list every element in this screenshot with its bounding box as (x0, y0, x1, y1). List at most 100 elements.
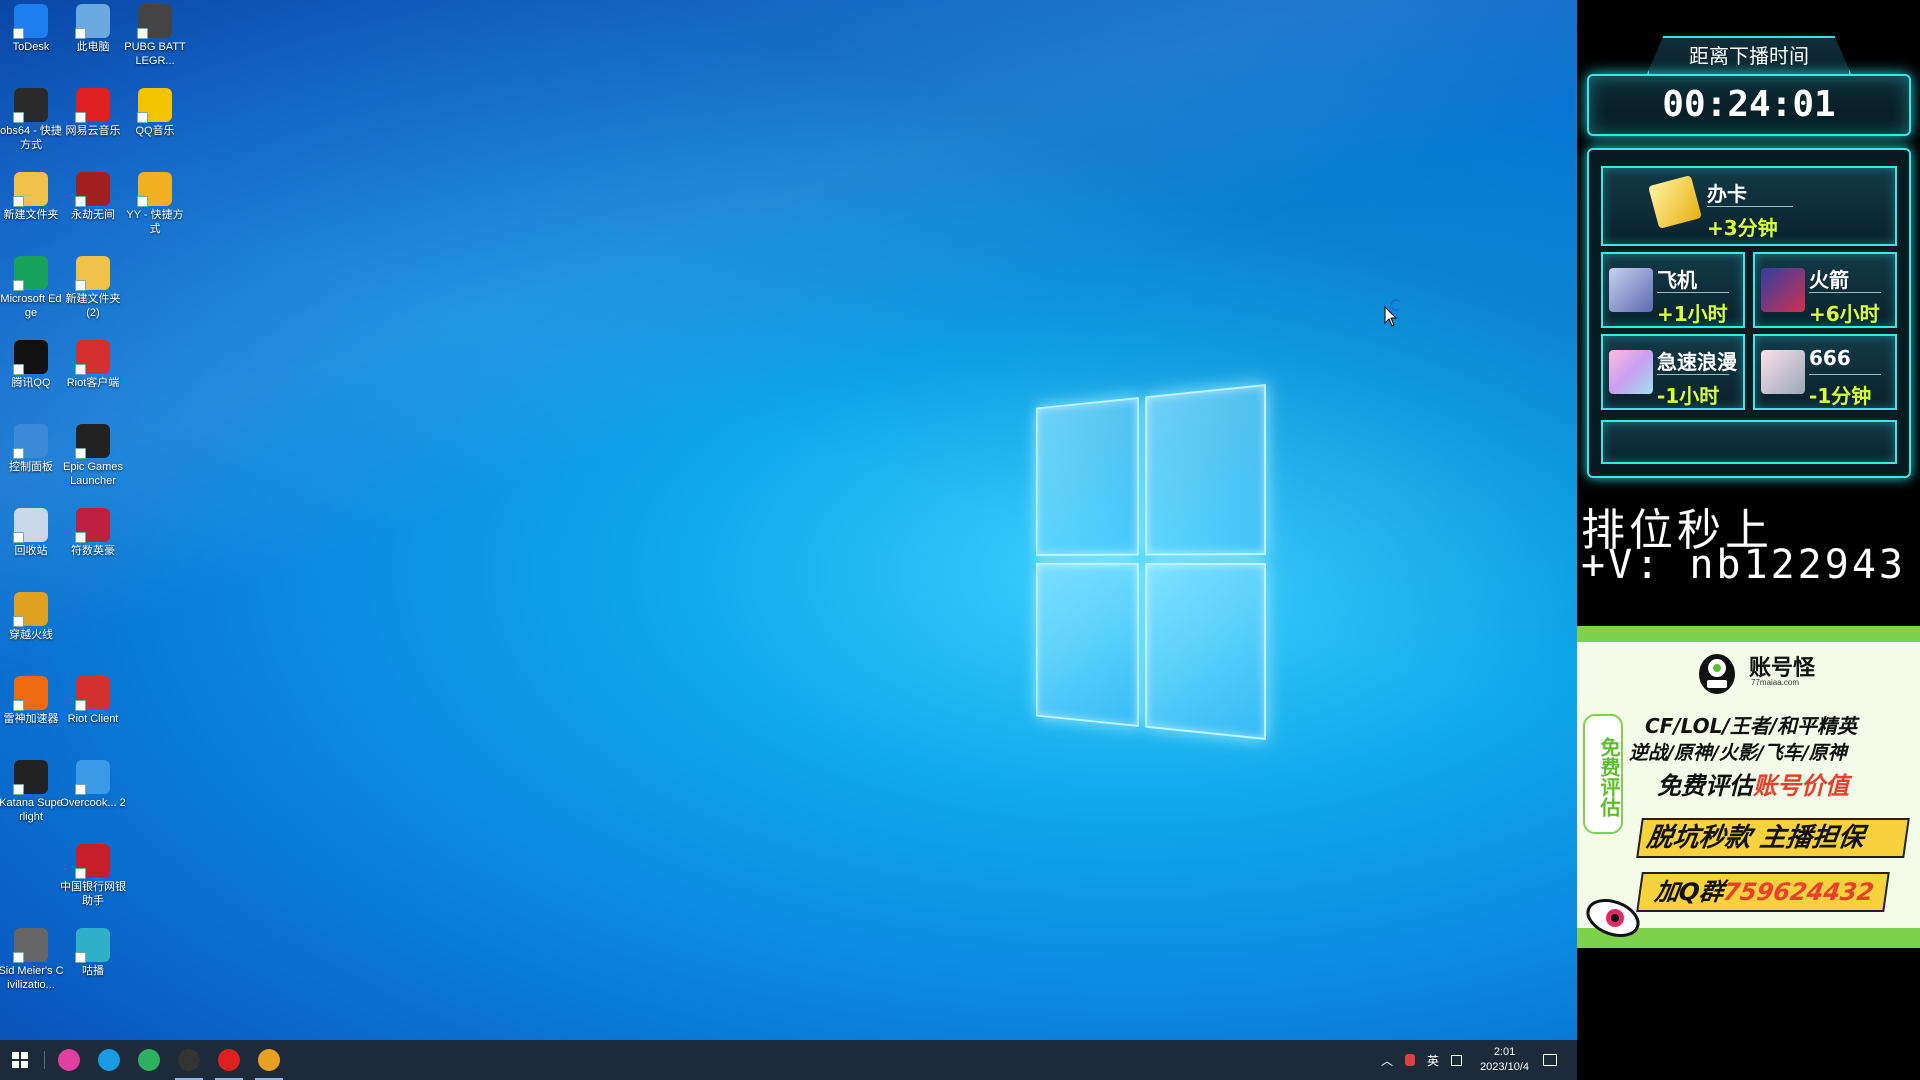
desktop-icon-label: 此电脑 (76, 41, 110, 53)
desktop-icon[interactable]: 腾讯QQ (0, 336, 64, 390)
app-icon (75, 340, 110, 375)
windows-start-icon (12, 1052, 28, 1068)
app-icon (75, 760, 110, 795)
app-icon (137, 4, 172, 39)
taskbar-app-button[interactable] (89, 1040, 129, 1080)
desktop-icon[interactable]: 此电脑 (60, 0, 126, 54)
desktop-icon[interactable]: ToDesk (0, 0, 64, 54)
desktop-icon[interactable]: 新建文件夹 (0, 168, 64, 222)
gift-card: 急速浪漫 -1小时 (1601, 334, 1745, 410)
desktop-icon[interactable]: Microsoft Edge (0, 252, 64, 320)
desktop-icon-label: 回收站 (14, 545, 48, 557)
countdown-timer: 00:24:01 (1587, 74, 1911, 136)
screen: ToDesk obs64 - 快捷方式新建文件夹 Microsoft Edge 腾讯Q… (0, 0, 1920, 1080)
action-center-icon[interactable] (1543, 1054, 1557, 1066)
ad-evaluate-line: 免费评估账号价值 (1657, 766, 1849, 801)
app-icon (13, 760, 48, 795)
taskbar-app-button[interactable] (209, 1040, 249, 1080)
app-icon (13, 592, 48, 627)
app-icon (75, 928, 110, 963)
shortcut-arrow-icon (75, 28, 86, 39)
desktop-icon[interactable]: Katana Superlight (0, 756, 64, 824)
shortcut-arrow-icon (75, 700, 86, 711)
desktop-icon[interactable]: QQ音乐 (122, 84, 188, 138)
rainbow-gift-icon (1609, 350, 1653, 394)
desktop-icon[interactable]: PUBG BATTLEGR... (122, 0, 188, 68)
ad-qq-label: 加Q群 (1653, 878, 1726, 906)
logo-pane (1036, 562, 1139, 727)
shortcut-arrow-icon (75, 784, 86, 795)
desktop-icon[interactable]: Riot客户端 (60, 336, 126, 390)
edge-icon (98, 1049, 120, 1071)
rocket-gift-icon (1761, 268, 1805, 312)
desktop-icon[interactable]: Sid Meier's Civilizatio... (0, 924, 64, 992)
gift-value: +6小时 (1809, 302, 1880, 326)
taskbar-app-button[interactable] (169, 1040, 209, 1080)
desktop-icon-label: Sid Meier's Civilizatio... (0, 965, 64, 991)
desktop-icon-label: YY - 快捷方式 (126, 209, 184, 235)
app-icon (75, 88, 110, 123)
clock-date: 2023/10/4 (1480, 1061, 1529, 1073)
app-icon (13, 340, 48, 375)
shortcut-arrow-icon (13, 112, 24, 123)
shortcut-arrow-icon (75, 280, 86, 291)
gift-value: -1分钟 (1809, 384, 1872, 408)
shortcut-arrow-icon (13, 280, 24, 291)
app-icon (137, 88, 172, 123)
shortcut-arrow-icon (13, 196, 24, 207)
shortcut-arrow-icon (13, 952, 24, 963)
show-hidden-icons-chevron-icon[interactable]: ︿ (1381, 1052, 1393, 1069)
shortcut-arrow-icon (75, 112, 86, 123)
clock[interactable]: 2:01 2023/10/4 (1480, 1045, 1529, 1075)
taskbar-app-button[interactable] (49, 1040, 89, 1080)
eye-mascot-icon (1586, 899, 1640, 937)
app-icon (75, 424, 110, 459)
desktop-icon-label: 咕播 (82, 965, 104, 977)
desktop-icon-label: PUBG BATTLEGR... (124, 41, 186, 67)
app-icon (13, 676, 48, 711)
clock-time: 2:01 (1493, 1046, 1516, 1058)
desktop-icon-label: Microsoft Edge (0, 293, 62, 319)
taskbar-apps (49, 1040, 289, 1080)
shortcut-arrow-icon (75, 532, 86, 543)
desktop-icon[interactable]: YY - 快捷方式 (122, 168, 188, 236)
gift-divider (1657, 374, 1729, 375)
desktop-icon[interactable]: 符数英豪 (60, 504, 126, 558)
desktop-icon[interactable]: 网易云音乐 (60, 84, 126, 138)
ime-indicator[interactable]: 英 (1427, 1052, 1439, 1069)
desktop-icon[interactable]: 中国银行网银助手 (60, 840, 126, 908)
start-button[interactable] (0, 1040, 40, 1080)
desktop-icon[interactable]: obs64 - 快捷方式 (0, 84, 64, 152)
desktop-icon[interactable]: 穿越火线 (0, 588, 64, 642)
desktop-icon-label: 雷神加速器 (3, 713, 59, 725)
desktop-icon[interactable]: 咕播 (60, 924, 126, 978)
gift-value: +1小时 (1657, 302, 1728, 326)
desktop-icon[interactable]: Riot Client (60, 672, 126, 726)
desktop-icon[interactable]: 永劫无间 (60, 168, 126, 222)
desktop-icon-label: 控制面板 (9, 461, 53, 473)
desktop-icon[interactable]: Overcook... 2 (60, 756, 126, 810)
wallpaper-shadow (0, 0, 1577, 1040)
desktop-icon[interactable]: 雷神加速器 (0, 672, 64, 726)
gift-name: 办卡 (1707, 182, 1747, 206)
input-method-grid-icon[interactable] (1451, 1054, 1463, 1066)
promo-text-contact: +V: nb122943 (1581, 542, 1906, 588)
gift-name: 666 (1809, 346, 1851, 370)
taskbar-app-button[interactable] (249, 1040, 289, 1080)
shortcut-arrow-icon (75, 196, 86, 207)
desktop[interactable]: ToDesk obs64 - 快捷方式新建文件夹 Microsoft Edge 腾讯Q… (0, 0, 1577, 1040)
desktop-icon[interactable]: Epic Games Launcher (60, 420, 126, 488)
gift-value: -1小时 (1657, 384, 1720, 408)
taskbar-app-button[interactable] (129, 1040, 169, 1080)
desktop-icon[interactable]: 新建文件夹 (2) (60, 252, 126, 320)
logo-pane (1145, 384, 1266, 556)
gift-card: 火箭 +6小时 (1753, 252, 1897, 328)
app-icon (13, 172, 48, 207)
desktop-icon[interactable]: 回收站 (0, 504, 64, 558)
desktop-icon-label: 腾讯QQ (11, 377, 51, 389)
shortcut-arrow-icon (137, 112, 148, 123)
windows-logo-wallpaper (1036, 384, 1266, 740)
tray-app-icon[interactable] (1405, 1054, 1416, 1066)
desktop-icon[interactable]: 控制面板 (0, 420, 64, 474)
desktop-icon-label: Katana Superlight (0, 797, 63, 823)
